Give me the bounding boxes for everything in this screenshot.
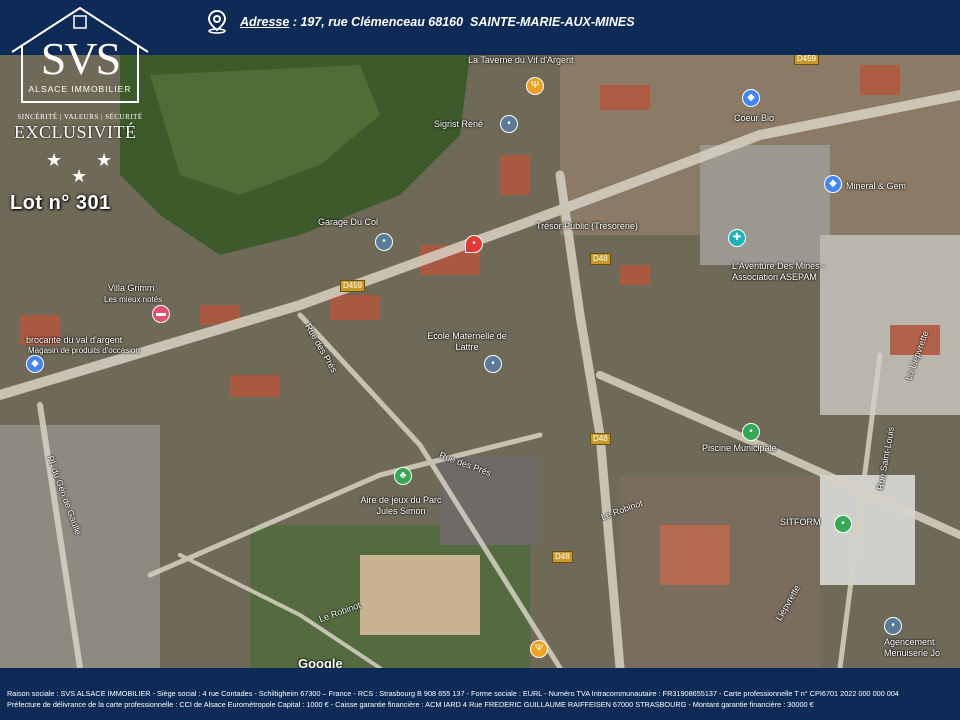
place-marker-icon[interactable]: • (884, 617, 902, 635)
place-marker-icon[interactable]: • (500, 115, 518, 133)
hotel-marker-icon[interactable]: ▬ (152, 305, 170, 323)
footer-line-2: Préfecture de délivrance de la carte pro… (7, 700, 814, 709)
map-label[interactable]: Aire de jeux du Parc Jules Simon (356, 495, 446, 517)
map-label[interactable]: Les mieux notés (104, 295, 162, 304)
exclusivity-label: EXCLUSIVITÉ (14, 122, 137, 142)
map-label[interactable]: SITFORM (780, 517, 821, 527)
map-label[interactable]: Villa Grimm (108, 283, 154, 293)
road-shield: D459 (340, 280, 366, 292)
map-label[interactable]: Trésor Public (Trésorerie) (536, 221, 638, 231)
map-label[interactable]: Agencement Menuiserie Jo (884, 637, 960, 659)
map-label[interactable]: Sigrist René (434, 119, 483, 129)
map-label[interactable]: Piscine Municipale (702, 443, 777, 453)
satellite-map[interactable]: • Ψ • ◆ ◆ ✚ • ▬ ◆ • ♣ • • Ψ • La Taverne… (0, 55, 960, 668)
map-label[interactable]: Magasin de produits d'occasion (28, 346, 140, 355)
lot-number: Lot n° 301 (10, 192, 111, 214)
road-shield: D459 (794, 55, 820, 65)
address-value: : 197, rue Clémenceau 68160 SAINTE-MARIE… (289, 15, 635, 29)
logo-values: SINCÉRITÉ | VALEURS | SÉCURITÉ (17, 113, 143, 121)
road-shield: D48 (552, 551, 573, 563)
footer-line-1: Raison sociale : SVS ALSACE IMMOBILIER -… (7, 689, 899, 698)
address: Adresse : 197, rue Clémenceau 68160 SAIN… (206, 8, 635, 36)
business-marker-icon[interactable]: • (834, 515, 852, 533)
footer-legal: Raison sociale : SVS ALSACE IMMOBILIER -… (0, 668, 960, 720)
star-icon: ★ (96, 150, 113, 170)
map-label[interactable]: Garage Du Col (318, 217, 378, 227)
museum-marker-icon[interactable]: ✚ (728, 229, 746, 247)
pool-marker-icon[interactable]: • (742, 423, 760, 441)
google-logo: Google (298, 656, 343, 668)
shop-marker-icon[interactable]: ◆ (26, 355, 44, 373)
map-label[interactable]: La Taverne du Vif d'Argent (468, 55, 573, 65)
map-label[interactable]: Ecole Maternelle de Lattre (422, 331, 512, 353)
map-image (0, 55, 960, 668)
map-label[interactable]: brocante du val d'argent (26, 335, 122, 345)
logo-subtitle: ALSACE IMMOBILIER (28, 84, 132, 94)
road-shield: D48 (590, 253, 611, 265)
shop-marker-icon[interactable]: ◆ (824, 175, 842, 193)
address-label: Adresse (240, 15, 290, 29)
shop-marker-icon[interactable]: ◆ (742, 89, 760, 107)
restaurant-marker-icon[interactable]: Ψ (526, 77, 544, 95)
map-label[interactable]: L'Aventure Des Mines - Association ASEPA… (732, 261, 852, 283)
garage-marker-icon[interactable]: • (375, 233, 393, 251)
map-label[interactable]: Mineral & Gem (846, 181, 906, 191)
park-marker-icon[interactable]: ♣ (394, 467, 412, 485)
star-icon: ★ (71, 166, 88, 186)
location-pin-icon (207, 10, 227, 34)
star-icon: ★ (46, 150, 63, 170)
location-marker-icon[interactable]: • (465, 235, 483, 253)
restaurant-marker-icon[interactable]: Ψ (530, 640, 548, 658)
svs-logo: SVS ALSACE IMMOBILIER SINCÉRITÉ | VALEUR… (8, 6, 152, 126)
road-shield: D48 (590, 433, 611, 445)
map-label[interactable]: Coeur Bio (734, 113, 774, 123)
school-marker-icon[interactable]: • (484, 355, 502, 373)
logo-name: SVS (40, 33, 121, 84)
